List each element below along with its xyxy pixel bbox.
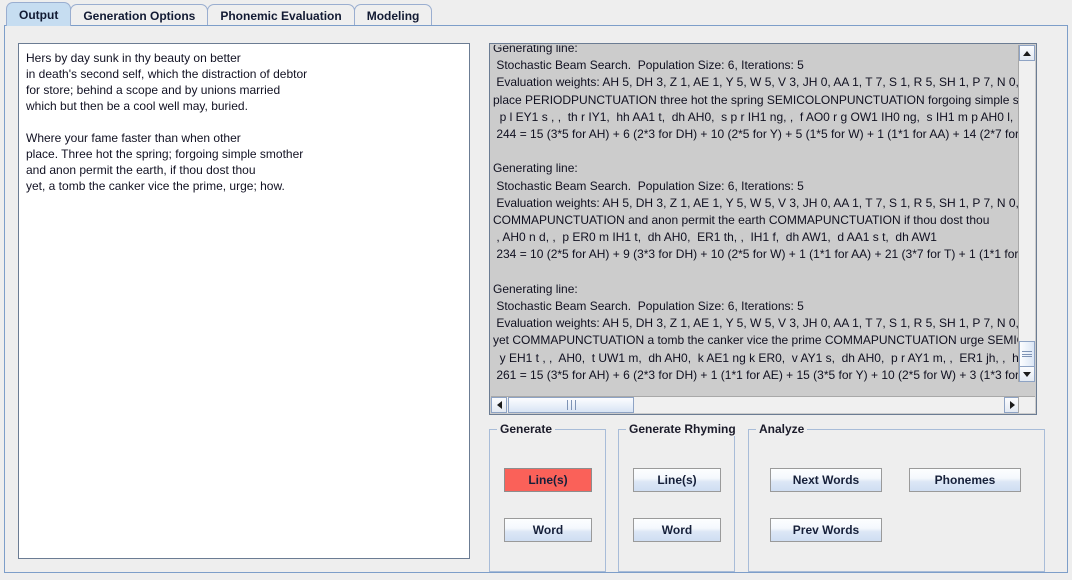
scrollbar-corner [1018, 396, 1035, 413]
generate-rhyming-group: Generate Rhyming Line(s) Word [618, 422, 739, 572]
scroll-down-arrow-icon[interactable] [1019, 366, 1035, 382]
generate-lines-button[interactable]: Line(s) [504, 468, 592, 492]
scroll-up-arrow-icon[interactable] [1019, 45, 1035, 61]
scroll-left-arrow-icon[interactable] [491, 397, 507, 413]
log-horizontal-scrollbar[interactable] [491, 396, 1020, 413]
tab-phonemic-evaluation-label: Phonemic Evaluation [220, 8, 342, 23]
generate-rhyming-lines-button[interactable]: Line(s) [633, 468, 721, 492]
tab-generation-options[interactable]: Generation Options [70, 4, 209, 26]
analyze-group: Analyze Next Words Phonemes Prev Words [748, 422, 1045, 572]
poem-output-textarea[interactable]: Hers by day sunk in thy beauty on better… [18, 43, 470, 559]
horizontal-scrollbar-thumb[interactable] [508, 397, 634, 413]
analyze-phonemes-button[interactable]: Phonemes [909, 468, 1021, 492]
generate-group-title: Generate [497, 422, 556, 436]
tab-phonemic-evaluation[interactable]: Phonemic Evaluation [207, 4, 355, 26]
vertical-scrollbar-thumb[interactable] [1019, 341, 1035, 367]
tab-output[interactable]: Output [6, 2, 72, 26]
generation-log-viewport: Generating line: Stochastic Beam Search.… [491, 45, 1020, 382]
tab-bar: Output Generation Options Phonemic Evalu… [0, 0, 1072, 26]
tab-modeling[interactable]: Modeling [353, 4, 433, 26]
tab-generation-options-label: Generation Options [83, 8, 196, 23]
output-tab-panel: Hers by day sunk in thy beauty on better… [4, 25, 1069, 574]
generate-rhyming-word-button[interactable]: Word [633, 518, 721, 542]
generate-group: Generate Line(s) Word [489, 422, 606, 572]
generate-rhyming-group-title: Generate Rhyming [626, 422, 739, 436]
application-window: Output Generation Options Phonemic Evalu… [0, 0, 1072, 580]
analyze-next-words-button[interactable]: Next Words [770, 468, 882, 492]
tab-output-label: Output [19, 7, 59, 22]
tab-modeling-label: Modeling [366, 8, 420, 23]
generate-word-button[interactable]: Word [504, 518, 592, 542]
analyze-prev-words-button[interactable]: Prev Words [770, 518, 882, 542]
generation-log-textarea[interactable]: Generating line: Stochastic Beam Search.… [493, 45, 1020, 382]
generation-log-scrollpane: Generating line: Stochastic Beam Search.… [489, 43, 1037, 415]
analyze-group-title: Analyze [756, 422, 808, 436]
log-vertical-scrollbar[interactable] [1018, 45, 1035, 382]
